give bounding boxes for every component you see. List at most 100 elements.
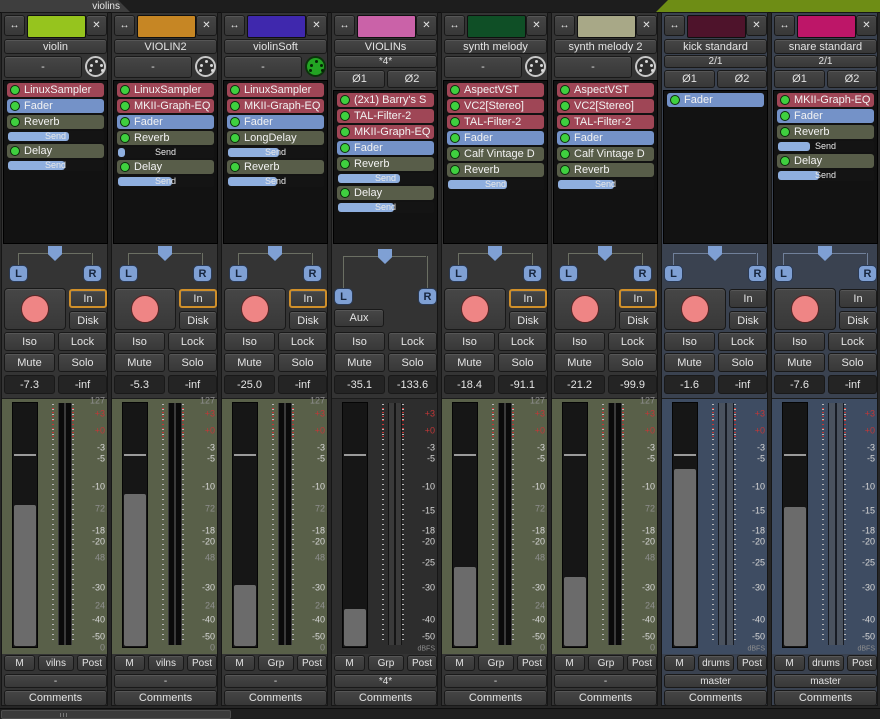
pan-right-button[interactable]: R [418, 288, 437, 305]
solo-lock-button[interactable]: Lock [718, 332, 767, 351]
processor-active-led[interactable] [120, 133, 130, 143]
metering-point-button[interactable]: Post [297, 655, 327, 671]
master-assign-button[interactable]: M [664, 655, 695, 671]
processor-aspectvst[interactable]: AspectVST [557, 83, 654, 97]
processor-mkii-graph-eq[interactable]: MKII-Graph-EQ [777, 93, 874, 107]
processor-reverb[interactable]: Reverb [117, 131, 214, 145]
solo-lock-button[interactable]: Lock [498, 332, 547, 351]
strip-name-button[interactable]: synth melody [444, 39, 547, 54]
gain-display[interactable]: -25.0 [224, 375, 275, 394]
phase-1-button[interactable]: Ø1 [664, 70, 715, 88]
midi-socket-icon[interactable] [305, 56, 326, 77]
send-mini-fader[interactable]: Send [557, 179, 654, 190]
monitor-input-button[interactable]: In [69, 289, 107, 308]
peak-display[interactable]: -inf [168, 375, 217, 394]
strip-name-button[interactable]: violinSoft [224, 39, 327, 54]
processor-active-led[interactable] [10, 146, 20, 156]
output-button[interactable]: - [224, 674, 327, 688]
processor-aspectvst[interactable]: AspectVST [447, 83, 544, 97]
master-assign-button[interactable]: M [224, 655, 255, 671]
strip-name-button[interactable]: VIOLINs [334, 39, 437, 54]
monitor-disk-button[interactable]: Disk [289, 311, 327, 330]
gain-display[interactable]: -35.1 [334, 375, 385, 394]
processor-active-led[interactable] [230, 117, 240, 127]
solo-lock-button[interactable]: Lock [58, 332, 107, 351]
processor-active-led[interactable] [340, 159, 350, 169]
monitor-disk-button[interactable]: Disk [619, 311, 657, 330]
processor-active-led[interactable] [340, 143, 350, 153]
processor-mkii-graph-eq[interactable]: MKII-Graph-EQ [337, 125, 434, 139]
processor-active-led[interactable] [230, 133, 240, 143]
comments-button[interactable]: Comments [114, 690, 217, 706]
solo-lock-button[interactable]: Lock [828, 332, 877, 351]
solo-button[interactable]: Solo [278, 353, 327, 372]
midi-socket-icon[interactable] [195, 56, 216, 77]
strip-color-swatch[interactable] [357, 15, 416, 38]
group-tab-drums[interactable] [656, 0, 880, 12]
comments-button[interactable]: Comments [444, 690, 547, 706]
send-mini-fader[interactable]: Send [227, 147, 324, 158]
comments-button[interactable]: Comments [664, 690, 767, 706]
processor-calf-vintage-d[interactable]: Calf Vintage D [557, 147, 654, 161]
comments-button[interactable]: Comments [334, 690, 437, 706]
processor-vc2-stereo-[interactable]: VC2[Stereo] [557, 99, 654, 113]
strip-color-swatch[interactable] [797, 15, 856, 38]
output-button[interactable]: *4* [334, 674, 437, 688]
strip-width-icon[interactable]: ↔ [444, 15, 465, 36]
gain-display[interactable]: -21.2 [554, 375, 605, 394]
master-assign-button[interactable]: M [114, 655, 145, 671]
mute-button[interactable]: Mute [664, 353, 715, 372]
strip-width-icon[interactable]: ↔ [4, 15, 25, 36]
solo-lock-button[interactable]: Lock [388, 332, 437, 351]
processor-reverb[interactable]: Reverb [227, 160, 324, 174]
processor-active-led[interactable] [450, 117, 460, 127]
processor-active-led[interactable] [120, 85, 130, 95]
pan-left-button[interactable]: L [9, 265, 28, 282]
scrollbar-thumb[interactable] [1, 710, 231, 719]
pan-left-button[interactable]: L [334, 288, 353, 305]
group-tab-violins[interactable]: violins [0, 0, 130, 12]
master-assign-button[interactable]: M [444, 655, 475, 671]
pan-left-button[interactable]: L [119, 265, 138, 282]
processor-active-led[interactable] [10, 101, 20, 111]
send-mini-fader[interactable]: Send [337, 173, 434, 184]
processor-active-led[interactable] [340, 95, 350, 105]
metering-point-button[interactable]: Post [847, 655, 877, 671]
monitor-disk-button[interactable]: Disk [509, 311, 547, 330]
processor-active-led[interactable] [340, 111, 350, 121]
solo-isolate-button[interactable]: Iso [444, 332, 495, 351]
processor-active-led[interactable] [450, 149, 460, 159]
phase-1-button[interactable]: Ø1 [334, 70, 385, 88]
peak-display[interactable]: -inf [718, 375, 767, 394]
gain-display[interactable]: -5.3 [114, 375, 165, 394]
midi-socket-icon[interactable] [525, 56, 546, 77]
strip-name-button[interactable]: kick standard [664, 39, 767, 54]
group-button[interactable]: Grp [588, 655, 624, 671]
mute-button[interactable]: Mute [774, 353, 825, 372]
monitor-disk-button[interactable]: Disk [179, 311, 217, 330]
close-icon[interactable]: ✕ [86, 15, 107, 36]
record-arm-button[interactable] [4, 288, 66, 330]
processor-box[interactable]: AspectVSTVC2[Stereo]TAL-Filter-2FaderCal… [443, 80, 548, 244]
monitor-disk-button[interactable]: Disk [729, 311, 767, 330]
input-button[interactable]: - [114, 56, 192, 78]
input-button[interactable]: - [554, 56, 632, 78]
send-mini-fader[interactable]: Send [777, 170, 874, 181]
processor-fader[interactable]: Fader [447, 131, 544, 145]
master-assign-button[interactable]: M [554, 655, 585, 671]
strip-width-icon[interactable]: ↔ [774, 15, 795, 36]
processor-tal-filter-2[interactable]: TAL-Filter-2 [447, 115, 544, 129]
monitor-disk-button[interactable]: Disk [839, 311, 877, 330]
processor-active-led[interactable] [780, 111, 790, 121]
aux-button[interactable]: Aux [334, 309, 384, 327]
processor-box[interactable]: LinuxSamplerMKII-Graph-EQFaderReverbSend… [113, 80, 218, 244]
master-assign-button[interactable]: M [334, 655, 365, 671]
solo-isolate-button[interactable]: Iso [774, 332, 825, 351]
solo-isolate-button[interactable]: Iso [4, 332, 55, 351]
gain-display[interactable]: -7.3 [4, 375, 55, 394]
processor-reverb[interactable]: Reverb [557, 163, 654, 177]
phase-2-button[interactable]: Ø2 [717, 70, 767, 88]
pan-left-button[interactable]: L [559, 265, 578, 282]
processor-delay[interactable]: Delay [7, 144, 104, 158]
record-arm-button[interactable] [444, 288, 506, 330]
